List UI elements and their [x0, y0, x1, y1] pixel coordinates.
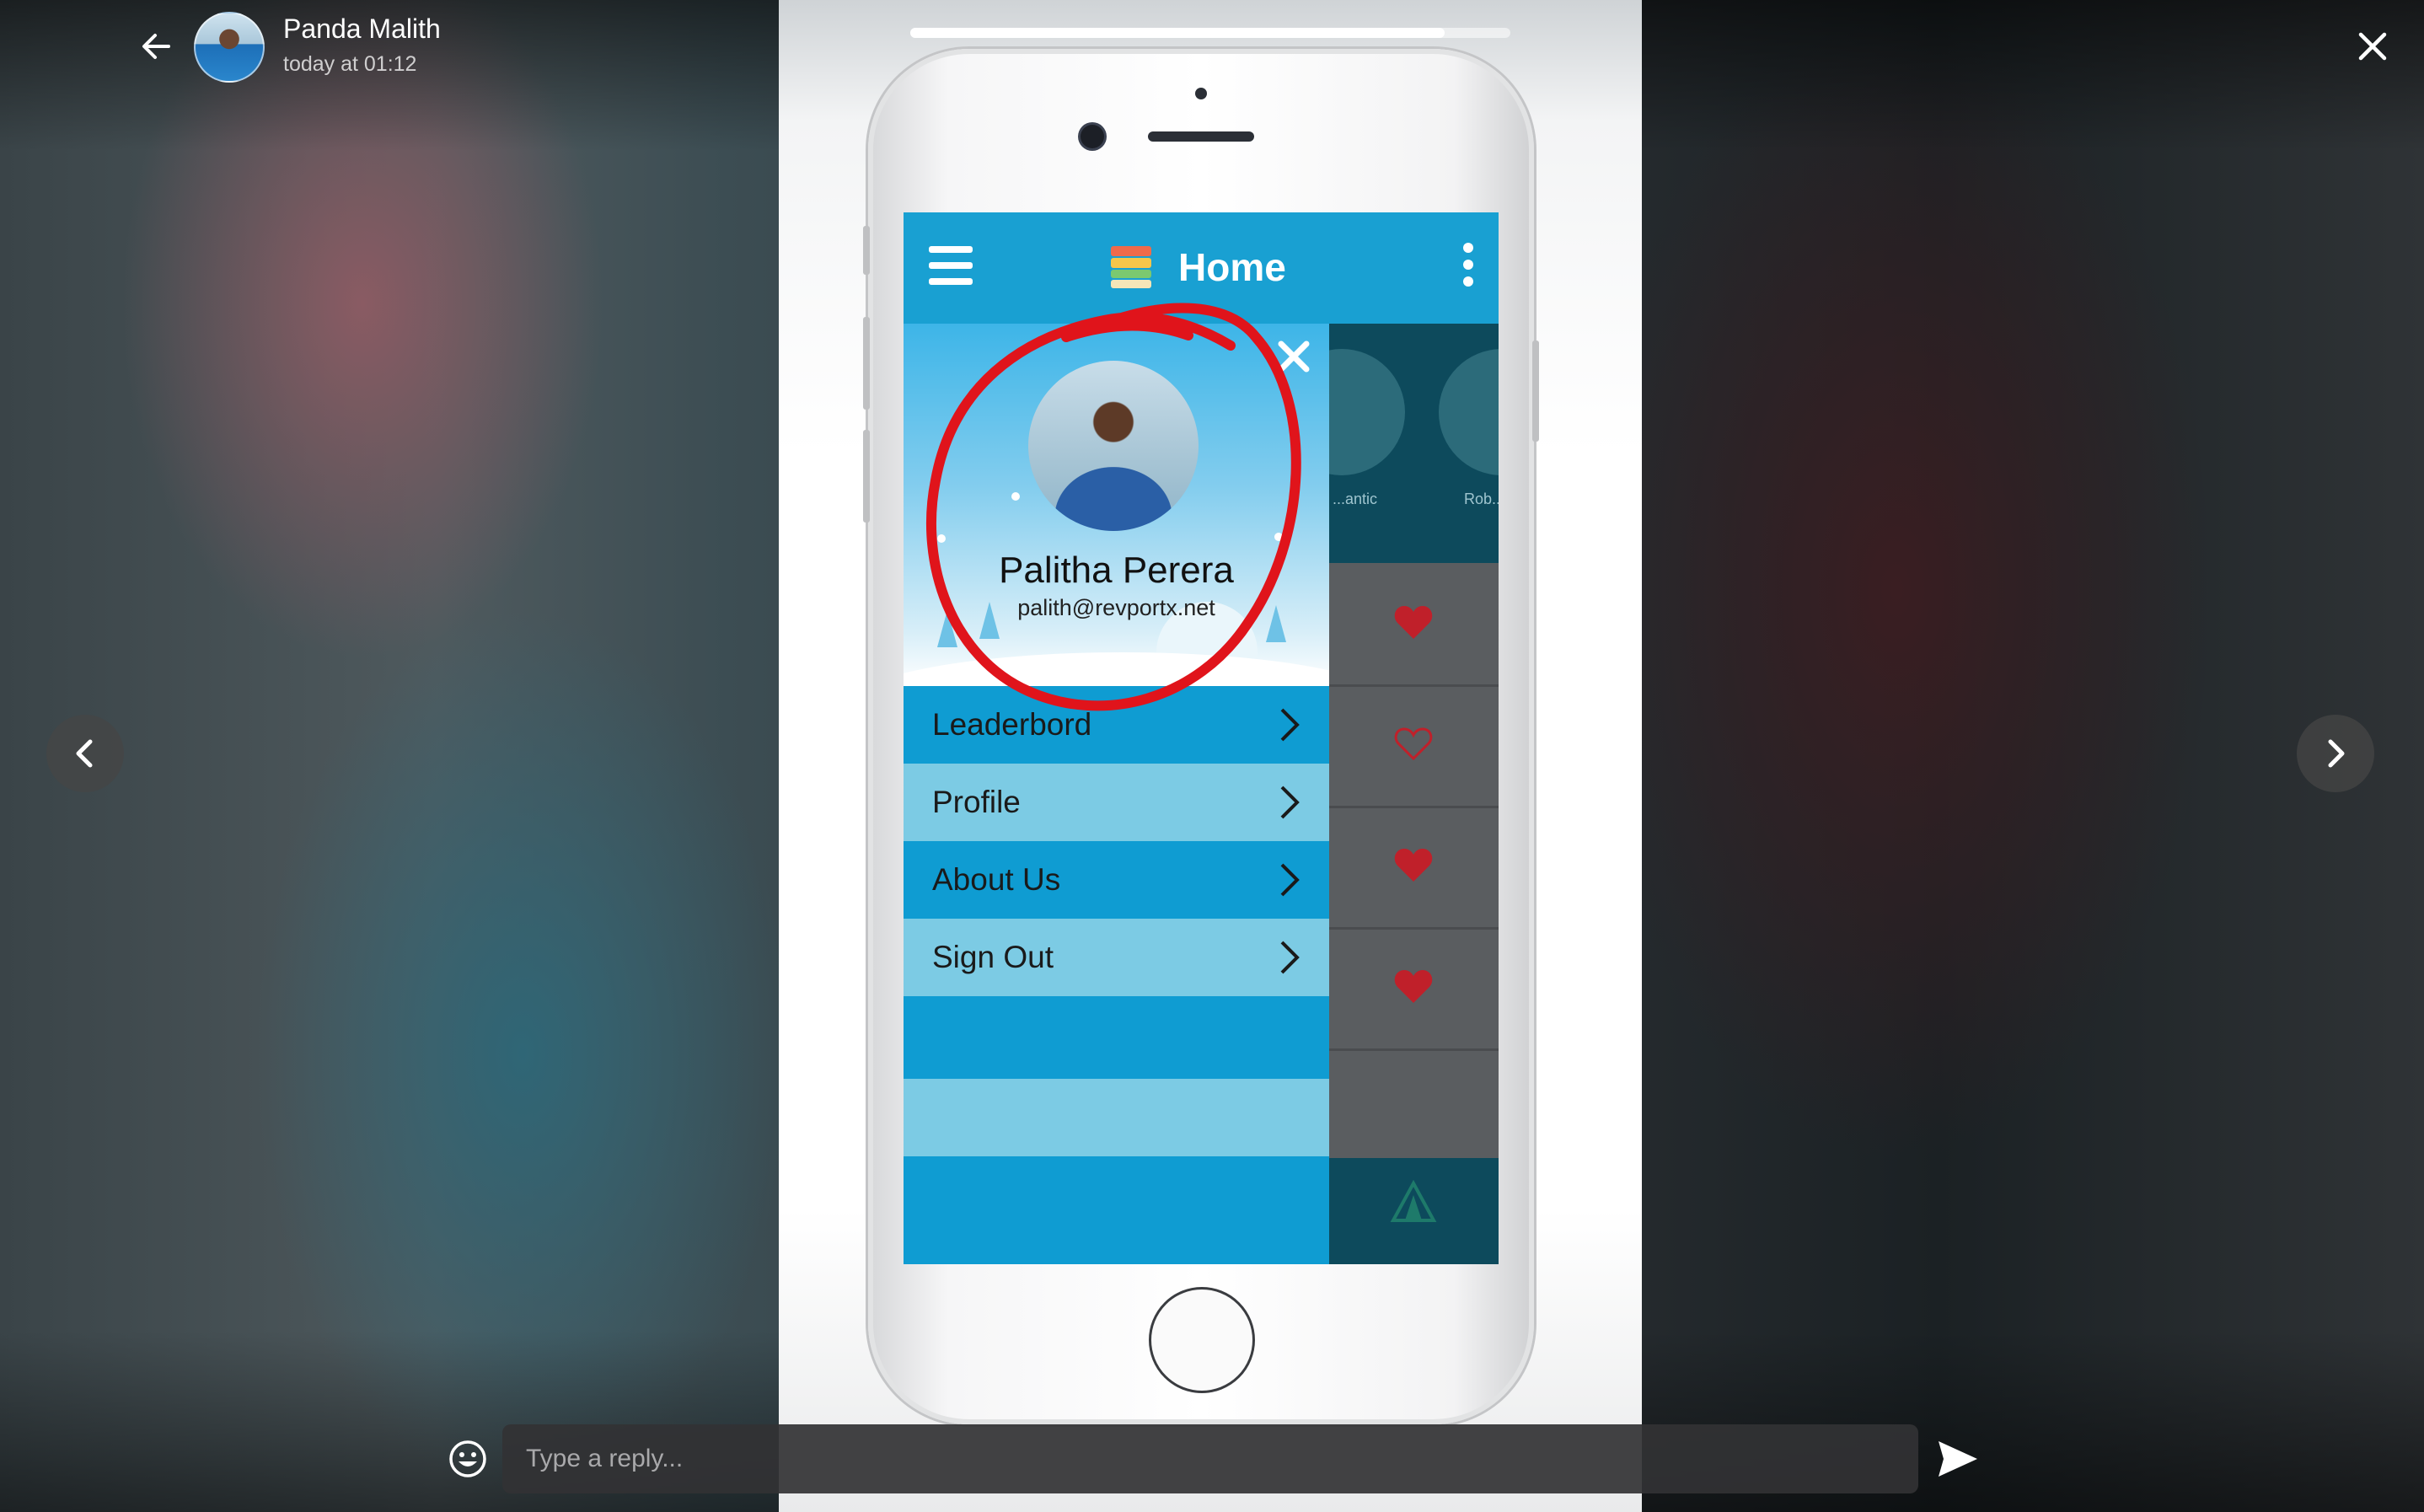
phone-screen: Home ...antic Rob...: [904, 212, 1499, 1264]
drawer-empty-row: [904, 1156, 1329, 1264]
menu-item-label: Leaderbord: [932, 707, 1092, 742]
story-timestamp: today at 01:12: [283, 52, 417, 76]
drawer-empty-row: [904, 1079, 1329, 1156]
heart-icon[interactable]: [1393, 725, 1434, 762]
menu-item-label: Profile: [932, 785, 1021, 819]
profile-avatar[interactable]: [1028, 361, 1199, 531]
snowflake: [1011, 492, 1020, 501]
list-item: [1329, 563, 1499, 687]
more-vert-icon[interactable]: [1461, 243, 1475, 293]
list-item: [1329, 806, 1499, 930]
phone-volume-down: [863, 430, 870, 523]
avatar[interactable]: [194, 12, 265, 83]
heart-icon[interactable]: [1393, 968, 1434, 1005]
bottom-tab-bar: [1329, 1158, 1499, 1264]
menu-item-sign-out[interactable]: Sign Out: [904, 919, 1329, 996]
next-story-button[interactable]: [2297, 715, 2374, 792]
profile-email: palith@revportx.net: [1017, 595, 1215, 620]
chevron-right-icon: [2328, 739, 2345, 768]
category-label: Rob...: [1464, 491, 1499, 507]
story-progress-fill: [910, 28, 1445, 38]
list-item: [1329, 927, 1499, 1051]
drawer-menu: Leaderbord Profile About Us Sign Out: [904, 686, 1329, 996]
chevron-right-icon: [1280, 785, 1300, 819]
close-icon[interactable]: [1274, 337, 1313, 376]
menu-item-profile[interactable]: Profile: [904, 764, 1329, 841]
chevron-right-icon: [1280, 863, 1300, 897]
heart-icon[interactable]: [1393, 846, 1434, 883]
hamburger-icon[interactable]: [929, 246, 973, 285]
app-logo-icon: [1111, 246, 1151, 288]
phone-power-button: [1532, 340, 1539, 442]
menu-item-label: About Us: [932, 862, 1061, 897]
phone-sensor: [1195, 88, 1207, 99]
phone-speaker: [1148, 131, 1254, 142]
chevron-right-icon: [1280, 708, 1300, 742]
drawer-header: Palitha Perera palith@revportx.net: [904, 324, 1329, 686]
menu-item-label: Sign Out: [932, 940, 1054, 974]
category-strip: ...antic Rob...: [1279, 324, 1499, 563]
story-progress-bar: [910, 28, 1510, 38]
phone-home-button: [1149, 1287, 1255, 1393]
phone-mute-switch: [863, 226, 870, 275]
phone-volume-up: [863, 317, 870, 410]
profile-name: Palitha Perera: [999, 550, 1234, 591]
story-user-name: Panda Malith: [283, 13, 441, 44]
close-icon[interactable]: [2352, 25, 2394, 67]
snowflake: [1274, 533, 1283, 541]
snowflake: [937, 534, 946, 543]
list-item: [1329, 684, 1499, 808]
category-label: ...antic: [1333, 491, 1378, 507]
send-icon[interactable]: [1935, 1438, 1981, 1480]
back-arrow-icon[interactable]: [135, 25, 177, 67]
menu-item-about-us[interactable]: About Us: [904, 841, 1329, 919]
chevron-right-icon: [1280, 941, 1300, 974]
app-bar: Home: [904, 212, 1499, 324]
chevron-left-icon: [76, 739, 93, 768]
decor-snow-hill: [904, 652, 1329, 686]
tent-icon: [1390, 1179, 1437, 1222]
reply-input[interactable]: [502, 1424, 1918, 1493]
home-content-dimmed: ...antic Rob...: [1279, 324, 1499, 1264]
menu-item-leaderboard[interactable]: Leaderbord: [904, 686, 1329, 764]
category-circle: [1439, 349, 1499, 475]
phone-front-camera: [1081, 125, 1104, 148]
drawer-empty-row: [904, 996, 1329, 1079]
app-title: Home: [1178, 245, 1286, 289]
heart-icon[interactable]: [1393, 603, 1434, 641]
emoji-icon[interactable]: [447, 1438, 489, 1480]
previous-story-button[interactable]: [46, 715, 124, 792]
